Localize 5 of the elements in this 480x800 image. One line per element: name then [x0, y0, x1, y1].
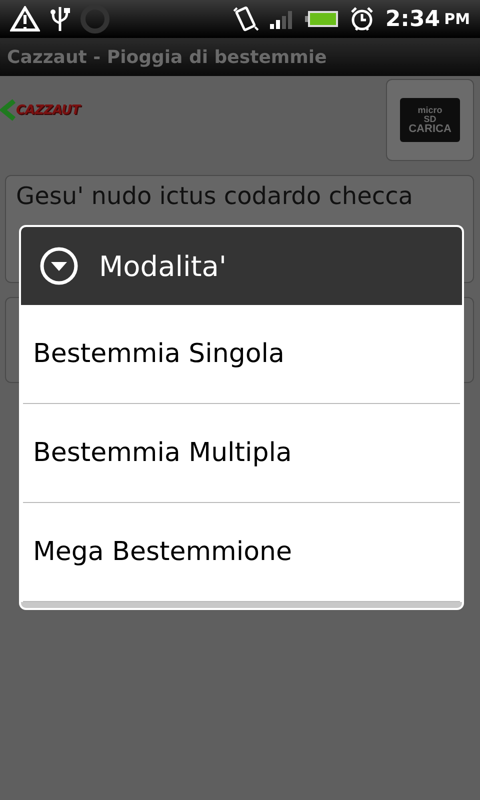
status-am-pm: PM [444, 10, 470, 28]
window-title: Cazzaut - Pioggia di bestemmie [7, 46, 327, 68]
status-time: 2:34 [385, 6, 440, 32]
logo: CAZZAUT [16, 102, 80, 118]
dialog-title: Modalita' [99, 250, 227, 282]
